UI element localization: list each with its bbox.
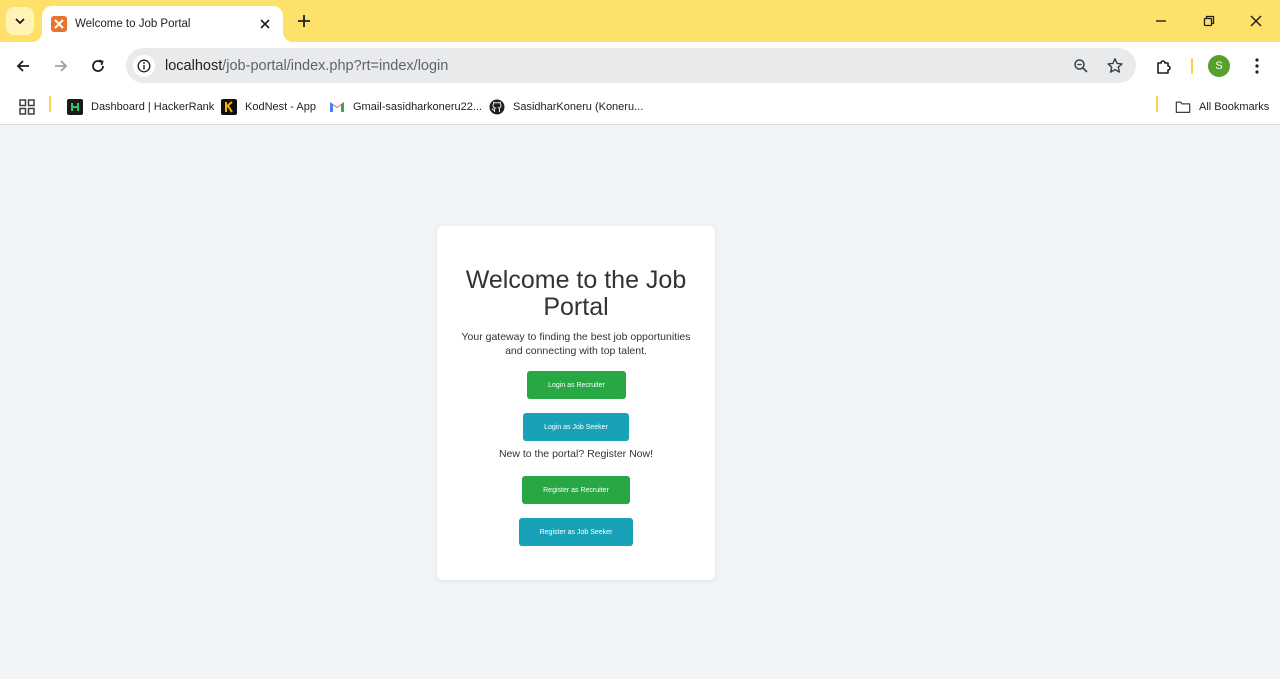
puzzle-icon: [1157, 60, 1171, 74]
more-vertical-icon: [1255, 58, 1259, 74]
register-job-seeker-button[interactable]: Register as Job Seeker: [519, 518, 633, 546]
register-recruiter-button[interactable]: Register as Recruiter: [522, 476, 630, 504]
bookmark-kodnest[interactable]: KodNest - App: [221, 96, 316, 118]
bookmark-gmail[interactable]: Gmail-sasidharkoneru22...: [329, 96, 482, 118]
bookmarks-divider: [49, 96, 51, 112]
all-bookmarks-button[interactable]: All Bookmarks: [1175, 96, 1269, 118]
bookmark-github[interactable]: SasidharKoneru (Koneru...: [489, 96, 643, 118]
minimize-icon: [1156, 20, 1166, 22]
extensions-button[interactable]: [1150, 52, 1178, 80]
login-job-seeker-button[interactable]: Login as Job Seeker: [523, 413, 629, 441]
bookmark-label: KodNest - App: [245, 101, 316, 113]
apps-grid-icon: [19, 99, 35, 115]
minimize-button[interactable]: [1148, 8, 1174, 34]
bookmarks-divider: [1156, 96, 1158, 112]
tab-active[interactable]: Welcome to Job Portal: [42, 6, 283, 42]
page-title: Welcome to the Job Portal: [465, 266, 687, 321]
url-path: /job-portal/index.php?rt=index/login: [222, 57, 449, 74]
browser-menu-button[interactable]: [1243, 52, 1271, 80]
address-url[interactable]: localhost/job-portal/index.php?rt=index/…: [165, 58, 1068, 74]
zoom-button[interactable]: [1068, 53, 1094, 79]
arrow-left-icon: [16, 60, 29, 72]
gmail-icon: [329, 99, 345, 115]
toolbar-divider: [1191, 58, 1193, 74]
bookmarks-bar: Dashboard | HackerRank KodNest - App Gma…: [0, 89, 1280, 125]
github-icon: [489, 99, 505, 115]
close-window-button[interactable]: [1243, 8, 1269, 34]
info-icon: [137, 59, 151, 72]
site-info-button[interactable]: [133, 54, 155, 77]
close-icon: [260, 19, 270, 29]
reload-button[interactable]: [84, 52, 112, 80]
chevron-down-icon: [15, 18, 25, 25]
bookmark-label: Gmail-sasidharkoneru22...: [353, 101, 483, 113]
tab-close-button[interactable]: [255, 14, 275, 34]
zoom-out-icon: [1074, 58, 1088, 73]
bookmark-label: SasidharKoneru (Koneru...: [513, 101, 644, 113]
browser-toolbar: localhost/job-portal/index.php?rt=index/…: [0, 42, 1280, 89]
restore-button[interactable]: [1196, 8, 1222, 34]
tab-search-button[interactable]: [6, 7, 34, 35]
welcome-card: Welcome to the Job Portal Your gateway t…: [437, 226, 715, 580]
login-recruiter-button[interactable]: Login as Recruiter: [527, 371, 626, 399]
bookmark-label: Dashboard | HackerRank: [91, 101, 215, 113]
url-host: localhost: [165, 57, 223, 74]
star-icon: [1107, 57, 1123, 73]
bookmark-hackerrank[interactable]: Dashboard | HackerRank: [67, 96, 214, 118]
apps-button[interactable]: [19, 96, 35, 118]
reload-icon: [92, 59, 104, 72]
profile-avatar[interactable]: S: [1208, 55, 1230, 77]
new-tab-button[interactable]: [292, 9, 316, 33]
arrow-right-icon: [55, 60, 68, 72]
bookmark-star-button[interactable]: [1102, 53, 1128, 79]
folder-icon: [1175, 99, 1191, 115]
plus-icon: [298, 15, 310, 27]
kodnest-icon: [221, 99, 237, 115]
hackerrank-icon: [67, 99, 83, 115]
register-prompt: New to the portal? Register Now!: [498, 448, 654, 460]
all-bookmarks-label: All Bookmarks: [1199, 101, 1270, 113]
address-bar[interactable]: localhost/job-portal/index.php?rt=index/…: [126, 48, 1136, 83]
close-icon: [1250, 15, 1262, 27]
tab-title: Welcome to Job Portal: [75, 18, 191, 30]
xampp-favicon-icon: [51, 16, 67, 32]
page-subtitle: Your gateway to finding the best job opp…: [461, 331, 691, 357]
forward-button[interactable]: [47, 52, 75, 80]
restore-icon: [1203, 15, 1215, 27]
tab-strip: Welcome to Job Portal: [0, 0, 1280, 42]
back-button[interactable]: [9, 52, 37, 80]
